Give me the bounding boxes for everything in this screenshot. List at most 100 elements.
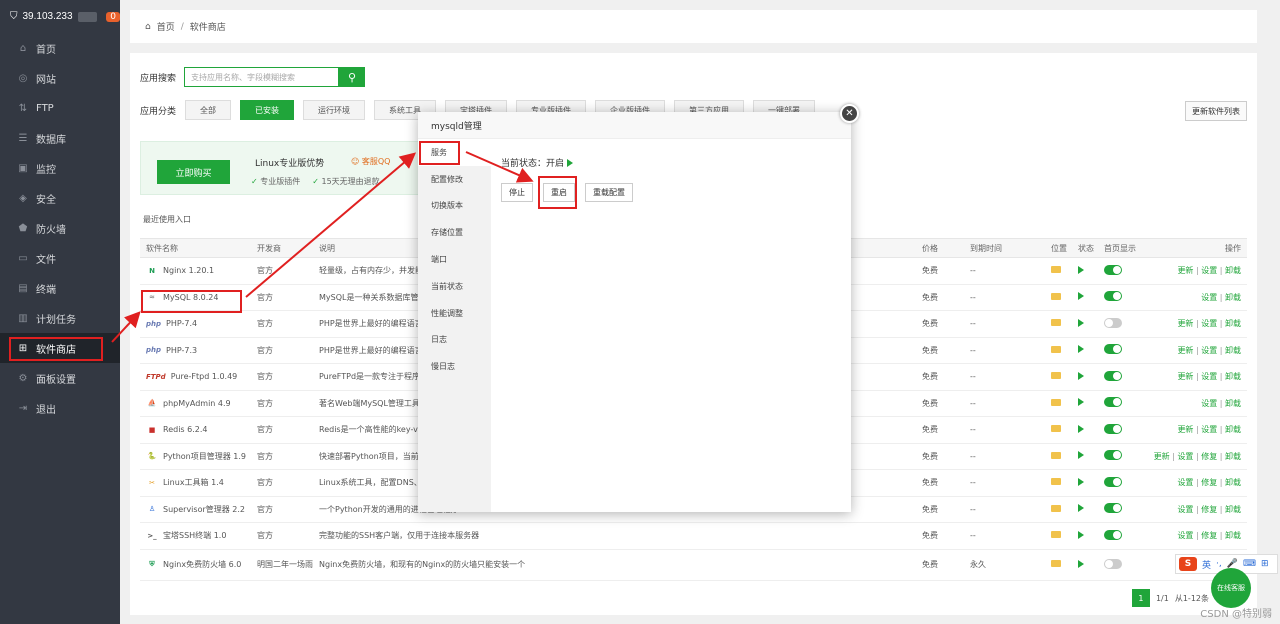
- dialog-menu-item[interactable]: 端口: [418, 246, 491, 273]
- action-link[interactable]: 修复: [1201, 452, 1217, 461]
- action-link[interactable]: 设置: [1177, 452, 1193, 461]
- action-link[interactable]: 设置: [1201, 266, 1217, 275]
- action-link[interactable]: 卸载: [1225, 425, 1241, 434]
- dialog-menu-item[interactable]: 存储位置: [418, 219, 491, 246]
- keyboard-icon[interactable]: ⌨: [1243, 559, 1256, 569]
- action-link[interactable]: 设置: [1201, 399, 1217, 408]
- home-display-toggle[interactable]: [1104, 370, 1122, 383]
- home-display-toggle[interactable]: [1104, 344, 1122, 356]
- software-name[interactable]: ■ Redis 6.2.4: [146, 424, 208, 436]
- reload-config-button[interactable]: 重载配置: [585, 183, 633, 202]
- home-display-toggle[interactable]: [1104, 450, 1122, 462]
- folder-icon[interactable]: [1051, 398, 1061, 408]
- software-name[interactable]: N Nginx 1.20.1: [146, 265, 214, 277]
- grid-icon[interactable]: ⊞: [1261, 559, 1269, 569]
- category-tab[interactable]: 运行环境: [303, 100, 366, 120]
- action-link[interactable]: 设置: [1201, 372, 1217, 381]
- folder-icon[interactable]: [1051, 292, 1061, 302]
- action-link[interactable]: 卸载: [1225, 505, 1241, 514]
- action-link[interactable]: 卸载: [1225, 293, 1241, 302]
- action-link[interactable]: 更新: [1154, 452, 1170, 461]
- action-link[interactable]: 设置: [1177, 505, 1193, 514]
- search-input[interactable]: 支持应用名称、字段模糊搜索: [184, 67, 340, 87]
- message-badge[interactable]: 0: [106, 11, 120, 22]
- home-display-toggle[interactable]: [1104, 264, 1122, 277]
- dialog-menu-item[interactable]: 日志: [418, 327, 491, 354]
- action-link[interactable]: 设置: [1177, 531, 1193, 540]
- sidebar-item[interactable]: ▤ 终端: [0, 273, 120, 303]
- sidebar-item[interactable]: ◈ 安全: [0, 183, 120, 213]
- sidebar-item[interactable]: ▣ 监控: [0, 153, 120, 183]
- action-link[interactable]: 更新: [1177, 319, 1193, 328]
- home-display-toggle[interactable]: [1104, 317, 1122, 330]
- action-link[interactable]: 修复: [1201, 505, 1217, 514]
- close-icon[interactable]: ✕: [840, 104, 859, 123]
- action-link[interactable]: 卸载: [1225, 452, 1241, 461]
- category-tab[interactable]: 全部: [185, 100, 232, 120]
- action-link[interactable]: 卸载: [1225, 319, 1241, 328]
- sidebar-item[interactable]: ⚙ 面板设置: [0, 363, 120, 393]
- action-link[interactable]: 卸载: [1225, 399, 1241, 408]
- stop-button[interactable]: 停止: [501, 183, 533, 202]
- action-link[interactable]: 设置: [1201, 425, 1217, 434]
- sidebar-item[interactable]: ⇅ FTP: [0, 93, 120, 123]
- sidebar-item[interactable]: ⇥ 退出: [0, 393, 120, 423]
- folder-icon[interactable]: [1051, 372, 1061, 381]
- dialog-menu-item[interactable]: 性能调整: [418, 300, 491, 327]
- update-list-button[interactable]: 更新软件列表: [1185, 101, 1247, 121]
- home-display-toggle[interactable]: [1104, 558, 1122, 571]
- action-link[interactable]: 设置: [1177, 478, 1193, 487]
- sidebar-item[interactable]: ▥ 计划任务: [0, 303, 120, 333]
- category-tab[interactable]: 已安装: [240, 100, 295, 120]
- folder-icon[interactable]: [1051, 266, 1061, 275]
- dialog-menu-item[interactable]: 切换版本: [418, 193, 491, 220]
- dialog-menu-item[interactable]: 当前状态: [418, 273, 491, 300]
- software-name[interactable]: ⛨ Nginx免费防火墙 6.0: [146, 559, 241, 571]
- action-link[interactable]: 设置: [1201, 293, 1217, 302]
- action-link[interactable]: 卸载: [1225, 531, 1241, 540]
- dialog-menu-item[interactable]: 配置修改: [418, 166, 491, 193]
- action-link[interactable]: 更新: [1177, 372, 1193, 381]
- buy-button[interactable]: 立即购买: [157, 160, 230, 184]
- software-name[interactable]: php PHP-7.4: [146, 318, 197, 330]
- home-display-toggle[interactable]: [1104, 291, 1122, 303]
- action-link[interactable]: 更新: [1177, 346, 1193, 355]
- software-name[interactable]: ♙ Supervisor管理器 2.2: [146, 503, 245, 515]
- folder-icon[interactable]: [1051, 319, 1061, 328]
- action-link[interactable]: 更新: [1177, 425, 1193, 434]
- software-name[interactable]: ✂ Linux工具箱 1.4: [146, 477, 224, 489]
- folder-icon[interactable]: [1051, 531, 1061, 540]
- software-name[interactable]: >_ 宝塔SSH终端 1.0: [146, 530, 226, 542]
- action-link[interactable]: 修复: [1201, 531, 1217, 540]
- folder-icon[interactable]: [1051, 451, 1061, 461]
- folder-icon[interactable]: [1051, 478, 1061, 487]
- software-name[interactable]: 🐍 Python项目管理器 1.9: [146, 450, 246, 462]
- sidebar-item[interactable]: ▭ 文件: [0, 243, 120, 273]
- action-link[interactable]: 卸载: [1225, 478, 1241, 487]
- folder-icon[interactable]: [1051, 345, 1061, 355]
- sidebar-item[interactable]: ◎ 网站: [0, 63, 120, 93]
- search-button[interactable]: ⚲: [339, 67, 366, 87]
- dialog-menu-item[interactable]: 慢日志: [418, 353, 491, 380]
- software-name[interactable]: FTPd Pure-Ftpd 1.0.49: [146, 371, 237, 383]
- home-display-toggle[interactable]: [1104, 503, 1122, 515]
- action-link[interactable]: 卸载: [1225, 372, 1241, 381]
- software-name[interactable]: ⛵ phpMyAdmin 4.9: [146, 397, 231, 409]
- home-display-toggle[interactable]: [1104, 423, 1122, 436]
- action-link[interactable]: 卸载: [1225, 346, 1241, 355]
- qq-link[interactable]: ☺ 客服QQ: [351, 156, 390, 167]
- folder-icon[interactable]: [1051, 560, 1061, 569]
- folder-icon[interactable]: [1051, 425, 1061, 434]
- home-display-toggle[interactable]: [1104, 529, 1122, 542]
- folder-icon[interactable]: [1051, 504, 1061, 514]
- sidebar-item[interactable]: ⌂ 首页: [0, 33, 120, 63]
- ime-lang[interactable]: 英: [1202, 558, 1211, 571]
- ime-punct[interactable]: ·,: [1216, 559, 1222, 569]
- action-link[interactable]: 设置: [1201, 319, 1217, 328]
- action-link[interactable]: 设置: [1201, 346, 1217, 355]
- page-button[interactable]: 1: [1131, 589, 1150, 607]
- home-display-toggle[interactable]: [1104, 476, 1122, 489]
- sidebar-item[interactable]: ☰ 数据库: [0, 123, 120, 153]
- action-link[interactable]: 修复: [1201, 478, 1217, 487]
- action-link[interactable]: 卸载: [1225, 266, 1241, 275]
